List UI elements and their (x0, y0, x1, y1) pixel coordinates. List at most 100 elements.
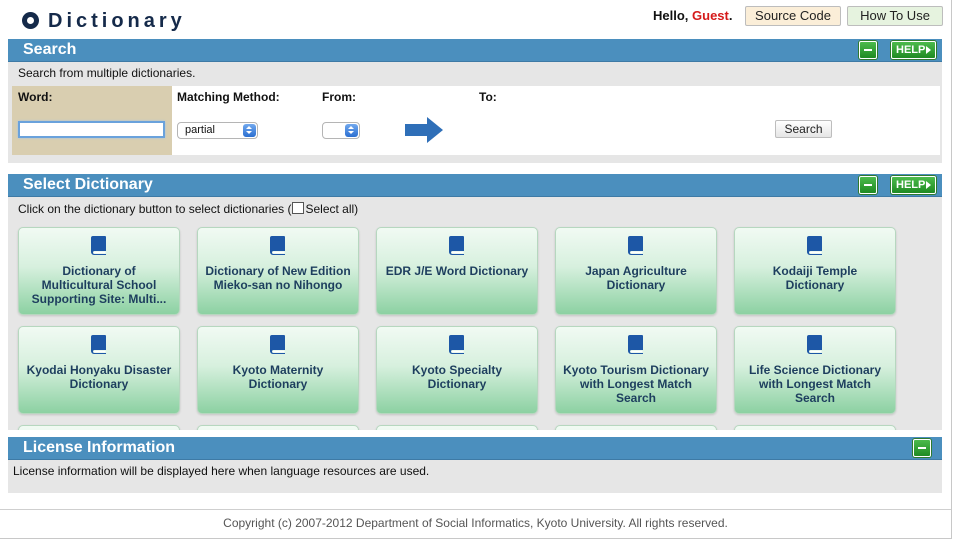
greeting-prefix: Hello, (653, 8, 693, 23)
dictionary-tile-label-line: Life Science Dictionary (748, 363, 882, 377)
page-title: Dictionary (48, 10, 186, 32)
dictionary-tile-label-line: with Longest Match (759, 377, 871, 391)
dictionary-tile-label-line: Search (615, 391, 657, 405)
book-icon (269, 334, 287, 354)
dictionary-tile-label: Dictionary of Multicultural School Support… (23, 264, 175, 306)
dictionary-tile-label-line: Dictionary (427, 377, 487, 391)
license-collapse-button[interactable] (913, 439, 931, 457)
dictionary-tile-label-line: Kyoto Specialty (411, 363, 503, 377)
dictionary-tile-label: Kyoto Tourism Dictionary with Longest Mat… (560, 363, 712, 405)
dictionary-tile-label: Life Science Dictionary with Longest Matc… (739, 363, 891, 405)
dictionary-tile[interactable]: Kyoto Specialty Dictionary (376, 326, 538, 414)
dictionary-tile-label: Kyoto Specialty Dictionary (381, 363, 533, 391)
dictionary-help-button[interactable]: HELP (891, 176, 936, 194)
dictionary-tile-label-line: Dictionary (248, 377, 308, 391)
dictionary-tile-label-line: Dictionary (606, 278, 666, 292)
select-arrows-icon (345, 124, 358, 137)
greeting: Hello, Guest. (653, 8, 732, 23)
matching-method-label: Matching Method: (177, 90, 280, 104)
select-dictionary-title: Select Dictionary (23, 176, 153, 193)
dictionary-tile-label-line: EDR J/E Word Dictionary (385, 264, 529, 278)
license-title: License Information (23, 439, 176, 456)
search-collapse-button[interactable] (859, 41, 877, 59)
dictionary-tile-label: Dictionary of New Edition Mieko-san no Ni… (202, 264, 354, 292)
logo-icon (22, 12, 39, 29)
how-to-use-button[interactable]: How To Use (847, 6, 943, 26)
dictionary-tile-label-line: Kodaiji Temple (772, 264, 858, 278)
dictionary-tile-label-line: Search (794, 391, 836, 405)
dictionary-tile[interactable] (734, 425, 896, 430)
search-button[interactable]: Search (775, 120, 832, 138)
book-icon (627, 334, 645, 354)
dictionary-tile-label-line: Supporting Site: Multi... (31, 292, 167, 306)
book-icon (90, 235, 108, 255)
matching-method-select[interactable]: partial (177, 122, 258, 139)
dictionary-tile[interactable] (555, 425, 717, 430)
dictionary-tile-label-line: Dictionary of New Edition (205, 264, 351, 278)
help-label: HELP (896, 44, 926, 56)
dictionary-tile-label-line: Dictionary of (62, 264, 136, 278)
dictionary-tile-label-line: Kyoto Maternity (232, 363, 324, 377)
license-text: License information will be displayed he… (13, 464, 430, 478)
license-panel: License Information License information … (8, 437, 942, 493)
to-label: To: (479, 90, 497, 104)
select-dictionary-header: Select Dictionary HELP (8, 174, 942, 197)
footer-divider (0, 509, 951, 510)
source-code-button[interactable]: Source Code (745, 6, 841, 26)
dictionary-tile[interactable]: EDR J/E Word Dictionary (376, 227, 538, 315)
dictionary-tile-label-line: Kyodai Honyaku Disaster (26, 363, 172, 377)
dictionary-collapse-button[interactable] (859, 176, 877, 194)
from-label: From: (322, 90, 356, 104)
word-label: Word: (18, 90, 53, 104)
from-language-select[interactable] (322, 122, 360, 139)
dictionary-tile-label: Japan Agriculture Dictionary (560, 264, 712, 292)
book-icon (806, 235, 824, 255)
book-icon (806, 334, 824, 354)
search-help-button[interactable]: HELP (891, 41, 936, 59)
book-icon (627, 235, 645, 255)
dictionary-tile-label: Kyodai Honyaku Disaster Dictionary (23, 363, 175, 391)
book-icon (269, 235, 287, 255)
instruction-text: Click on the dictionary button to select… (18, 202, 292, 216)
dictionary-tile[interactable]: Japan Agriculture Dictionary (555, 227, 717, 315)
matching-method-value: partial (185, 124, 215, 136)
dictionary-tile-label-line: Japan Agriculture (585, 264, 687, 278)
select-dictionary-panel: Select Dictionary HELP Click on the dict… (8, 174, 942, 430)
search-panel: Search HELP Search from multiple diction… (8, 39, 942, 163)
dictionary-tile[interactable]: Dictionary of Multicultural School Support… (18, 227, 180, 315)
dictionary-tile-label-line: Mieko-san no Nihongo (213, 278, 343, 292)
dictionary-tile[interactable]: Life Science Dictionary with Longest Matc… (734, 326, 896, 414)
dictionary-tile-label: Kodaiji Temple Dictionary (739, 264, 891, 292)
dictionary-tile[interactable] (18, 425, 180, 430)
book-icon (448, 235, 466, 255)
dictionary-instruction: Click on the dictionary button to select… (18, 202, 358, 216)
book-icon (448, 334, 466, 354)
dictionary-tile-label-line: Dictionary (785, 278, 845, 292)
search-intro: Search from multiple dictionaries. (18, 66, 196, 80)
play-icon (926, 181, 931, 189)
dictionary-tile[interactable] (197, 425, 359, 430)
dictionary-tile[interactable] (376, 425, 538, 430)
dictionary-tile[interactable]: Kodaiji Temple Dictionary (734, 227, 896, 315)
dictionary-tile[interactable]: Kyoto Maternity Dictionary (197, 326, 359, 414)
dictionary-tile[interactable]: Kyodai Honyaku Disaster Dictionary (18, 326, 180, 414)
user-name: Guest (692, 8, 729, 23)
dictionary-tile-label-line: Kyoto Tourism Dictionary (563, 363, 709, 377)
copyright: Copyright (c) 2007-2012 Department of So… (223, 516, 728, 530)
dictionary-tile-label-line: Multicultural School (41, 278, 157, 292)
select-arrows-icon (243, 124, 256, 137)
search-panel-title: Search (23, 41, 77, 58)
select-all-label: Select all) (305, 202, 359, 216)
dictionary-tile-label: EDR J/E Word Dictionary (381, 264, 533, 278)
select-all-checkbox[interactable] (292, 202, 305, 214)
dictionary-tile[interactable]: Kyoto Tourism Dictionary with Longest Mat… (555, 326, 717, 414)
dictionary-tile-label-line: with Longest Match (580, 377, 692, 391)
search-form: Word: Matching Method: partial From: To:… (12, 86, 940, 155)
play-icon (926, 46, 931, 54)
help-label: HELP (896, 179, 926, 191)
book-icon (90, 334, 108, 354)
dictionary-tile[interactable]: Dictionary of New Edition Mieko-san no Ni… (197, 227, 359, 315)
dictionary-tile-label-line: Dictionary (69, 377, 129, 391)
word-input[interactable] (18, 121, 165, 138)
dictionary-tile-label: Kyoto Maternity Dictionary (202, 363, 354, 391)
